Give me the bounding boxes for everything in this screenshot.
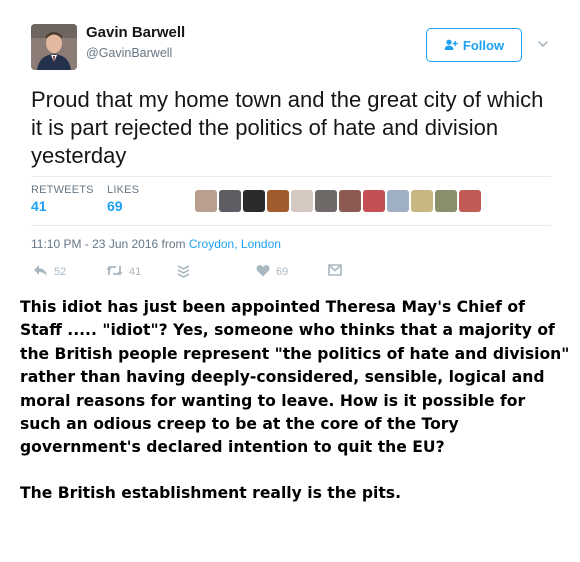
tweet-metadata: 11:10 PM - 23 Jun 2016 from Croydon, Lon… xyxy=(31,237,281,251)
liker-avatar[interactable] xyxy=(267,190,289,212)
avatar[interactable] xyxy=(31,24,77,70)
liker-avatar[interactable] xyxy=(339,190,361,212)
liker-avatar[interactable] xyxy=(459,190,481,212)
direct-message-button[interactable] xyxy=(328,264,342,279)
user-plus-icon xyxy=(444,39,458,51)
follow-label: Follow xyxy=(462,37,505,53)
like-count: 69 xyxy=(276,266,289,278)
retweets-stat[interactable]: RETWEETS 41 xyxy=(31,184,94,214)
reply-count: 52 xyxy=(54,266,67,278)
heart-icon xyxy=(256,264,270,280)
liker-avatar[interactable] xyxy=(387,190,409,212)
retweets-value: 41 xyxy=(31,198,47,214)
commentary: This idiot has just been appointed There… xyxy=(20,296,570,505)
reply-button[interactable]: 52 xyxy=(33,264,66,280)
likes-stat[interactable]: LIKES 69 xyxy=(107,184,139,214)
retweet-button[interactable]: 41 xyxy=(106,264,141,280)
location-link[interactable]: Croydon, London xyxy=(189,237,281,251)
retweet-icon xyxy=(106,264,123,280)
follow-button[interactable]: Follow xyxy=(426,28,522,62)
chevron-down-icon[interactable] xyxy=(536,37,550,51)
comment-paragraph: The British establishment really is the … xyxy=(20,483,402,502)
comment-paragraph: This idiot has just been appointed There… xyxy=(20,298,570,457)
author-handle[interactable]: @GavinBarwell xyxy=(86,46,172,60)
liker-avatar[interactable] xyxy=(411,190,433,212)
liker-avatar[interactable] xyxy=(435,190,457,212)
tweet-text: Proud that my home town and the great ci… xyxy=(31,87,544,168)
divider xyxy=(31,176,551,177)
likes-value: 69 xyxy=(107,198,123,214)
liker-avatar[interactable] xyxy=(363,190,385,212)
retweets-label: RETWEETS xyxy=(31,184,94,196)
liker-avatar[interactable] xyxy=(219,190,241,212)
likes-label: LIKES xyxy=(107,184,140,196)
retweet-count: 41 xyxy=(129,266,142,278)
stack-icon xyxy=(177,264,190,281)
liker-avatars xyxy=(195,190,481,212)
liker-avatar[interactable] xyxy=(315,190,337,212)
liker-avatar[interactable] xyxy=(195,190,217,212)
timestamp[interactable]: 11:10 PM - 23 Jun 2016 from xyxy=(31,237,186,251)
liker-avatar[interactable] xyxy=(291,190,313,212)
activity-button[interactable] xyxy=(177,264,190,281)
tweet-actions: 52 41 69 xyxy=(31,264,371,284)
reply-icon xyxy=(33,264,48,280)
like-button[interactable]: 69 xyxy=(256,264,288,280)
liker-avatar[interactable] xyxy=(243,190,265,212)
divider xyxy=(31,225,551,226)
author-name[interactable]: Gavin Barwell xyxy=(86,24,185,41)
direct-message-icon xyxy=(328,264,342,279)
embedded-tweet: Gavin Barwell @GavinBarwell Follow Proud… xyxy=(0,0,580,290)
